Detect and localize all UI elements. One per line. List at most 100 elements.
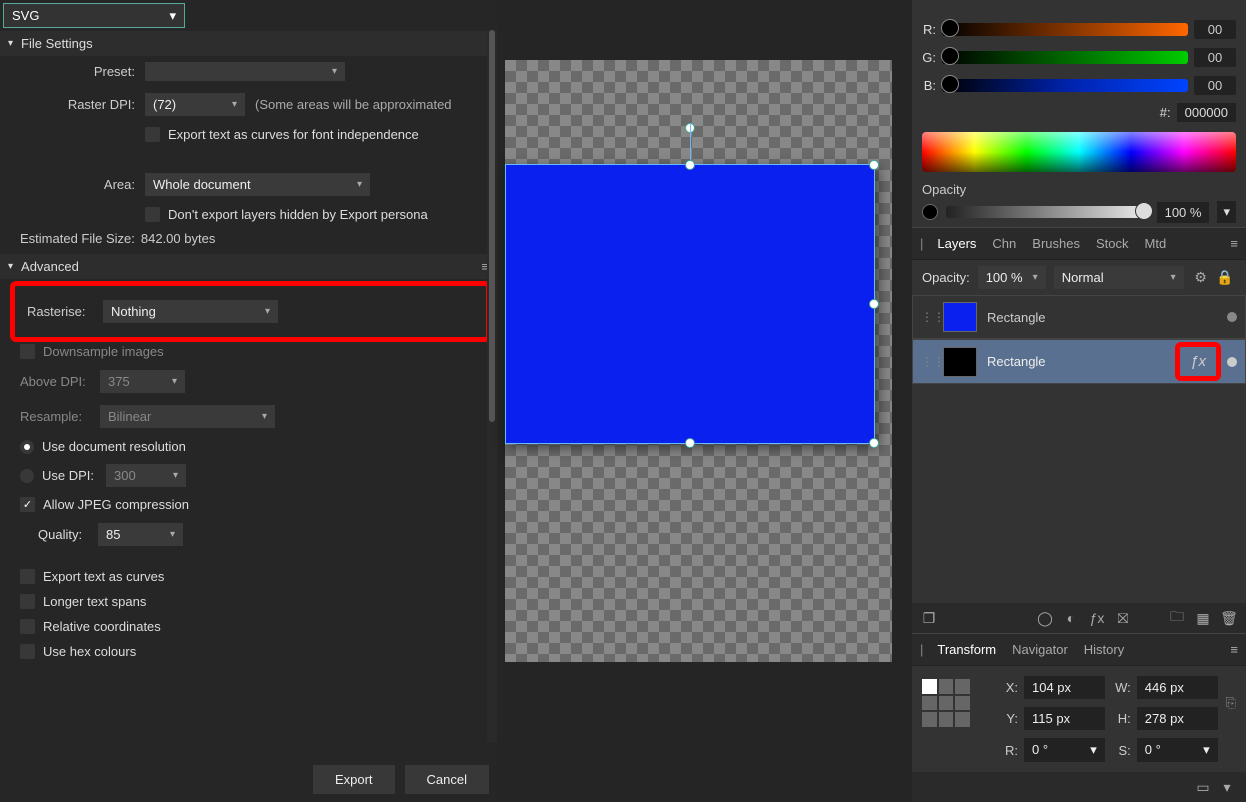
w-field[interactable]: W:446 px: [1113, 676, 1218, 699]
resample-select[interactable]: Bilinear ▾: [100, 405, 275, 428]
checkbox[interactable]: [145, 127, 160, 142]
crop-icon[interactable]: ⛝: [1114, 609, 1132, 627]
align-icon[interactable]: ▭: [1194, 778, 1212, 796]
scrollbar[interactable]: [487, 30, 497, 742]
transform-fields: X:104 px W:446 px ⎘ Y:115 px H:278 px R:…: [912, 666, 1246, 772]
doc-res-row[interactable]: Use document resolution: [0, 434, 497, 459]
tab-transform[interactable]: Transform: [935, 638, 998, 661]
layers-icon[interactable]: ❐: [920, 609, 938, 627]
checkbox[interactable]: [20, 594, 35, 609]
tab-channels[interactable]: Chn: [990, 232, 1018, 255]
selected-rectangle[interactable]: [505, 164, 875, 444]
scrollbar-thumb[interactable]: [489, 30, 495, 422]
format-value: SVG: [12, 8, 39, 23]
area-select[interactable]: Whole document ▾: [145, 173, 370, 196]
slider-thumb[interactable]: [1135, 202, 1153, 220]
tab-stock[interactable]: Stock: [1094, 232, 1131, 255]
hex-row[interactable]: Use hex colours: [0, 639, 497, 664]
color-spectrum[interactable]: [922, 132, 1236, 172]
drag-handle-icon[interactable]: ⋮⋮: [921, 356, 933, 368]
radio[interactable]: [20, 469, 34, 483]
h-field[interactable]: H:278 px: [1113, 707, 1218, 730]
export-button[interactable]: Export: [313, 765, 395, 794]
use-dpi-row[interactable]: Use DPI: 300 ▾: [0, 459, 497, 492]
g-slider[interactable]: [942, 51, 1188, 64]
curves2-row[interactable]: Export text as curves: [0, 564, 497, 589]
spans-row[interactable]: Longer text spans: [0, 589, 497, 614]
b-slider[interactable]: [942, 79, 1188, 92]
s-field[interactable]: S:0 °▾: [1113, 738, 1218, 762]
raster-dpi-select[interactable]: (72) ▾: [145, 93, 245, 116]
layer-item[interactable]: ⋮⋮ Rectangle: [912, 295, 1246, 339]
slider-thumb[interactable]: [941, 47, 959, 65]
tab-navigator[interactable]: Navigator: [1010, 638, 1070, 661]
format-select[interactable]: SVG ▾: [3, 3, 185, 28]
menu-icon[interactable]: ≡: [1230, 642, 1238, 657]
checkbox[interactable]: [20, 344, 35, 359]
x-field[interactable]: X:104 px: [1000, 676, 1105, 699]
anchor-widget[interactable]: [922, 679, 970, 727]
gear-icon[interactable]: ⚙: [1192, 269, 1210, 287]
slider-thumb[interactable]: [941, 19, 959, 37]
chevron-down-icon[interactable]: ▾: [1218, 778, 1236, 796]
slider-thumb[interactable]: [941, 75, 959, 93]
fx-badge-highlight[interactable]: ƒx: [1175, 342, 1221, 381]
bottom-bar: ▭ ▾: [912, 772, 1246, 802]
chevron-down-icon[interactable]: ▾: [1217, 201, 1236, 223]
handle-e[interactable]: [869, 299, 879, 309]
hidden-layers-label: Don't export layers hidden by Export per…: [168, 207, 428, 222]
g-value[interactable]: 00: [1194, 48, 1236, 67]
jpeg-row[interactable]: Allow JPEG compression: [0, 492, 497, 517]
visibility-dot[interactable]: [1227, 312, 1237, 322]
preset-select[interactable]: ▾: [145, 62, 345, 81]
hidden-layers-row[interactable]: Don't export layers hidden by Export per…: [0, 202, 497, 227]
tab-brushes[interactable]: Brushes: [1030, 232, 1082, 255]
b-value[interactable]: 00: [1194, 76, 1236, 95]
trash-icon[interactable]: 🗑: [1220, 609, 1238, 627]
advanced-header[interactable]: ▾ Advanced ≡: [0, 254, 497, 279]
hex-input[interactable]: 000000: [1177, 103, 1236, 122]
folder-icon[interactable]: 🗀: [1168, 609, 1186, 627]
layer-opacity-input[interactable]: 100 %▾: [978, 266, 1046, 289]
lock-icon[interactable]: 🔒: [1218, 269, 1232, 287]
radio[interactable]: [20, 440, 34, 454]
quality-input[interactable]: 85 ▾: [98, 523, 183, 546]
handle-s[interactable]: [685, 438, 695, 448]
r-value[interactable]: 00: [1194, 20, 1236, 39]
fx-icon[interactable]: ƒx: [1088, 609, 1106, 627]
adjustment-icon[interactable]: ◐: [1062, 609, 1080, 627]
cancel-button[interactable]: Cancel: [405, 765, 489, 794]
checkbox[interactable]: [20, 619, 35, 634]
blend-mode-select[interactable]: Normal▾: [1054, 266, 1184, 289]
rasterise-select[interactable]: Nothing ▾: [103, 300, 278, 323]
layer-item-selected[interactable]: ⋮⋮ Rectangle ƒx: [912, 339, 1246, 384]
checkbox[interactable]: [20, 497, 35, 512]
drag-handle-icon[interactable]: ⋮⋮: [921, 311, 933, 323]
opacity-slider[interactable]: [946, 206, 1149, 218]
handle-n[interactable]: [685, 160, 695, 170]
relcoord-row[interactable]: Relative coordinates: [0, 614, 497, 639]
tab-mtd[interactable]: Mtd: [1143, 232, 1169, 255]
above-dpi-input[interactable]: 375 ▾: [100, 370, 185, 393]
r-field[interactable]: R:0 °▾: [1000, 738, 1105, 762]
checkbox[interactable]: [145, 207, 160, 222]
grid-icon[interactable]: ▦: [1194, 609, 1212, 627]
menu-icon[interactable]: ≡: [1230, 236, 1238, 251]
use-dpi-input[interactable]: 300 ▾: [106, 464, 186, 487]
mask-icon[interactable]: ◯: [1036, 609, 1054, 627]
link-icon[interactable]: ⎘: [1226, 695, 1236, 711]
handle-se[interactable]: [869, 438, 879, 448]
r-slider[interactable]: [942, 23, 1188, 36]
handle-ne[interactable]: [869, 160, 879, 170]
checkbox[interactable]: [20, 569, 35, 584]
y-field[interactable]: Y:115 px: [1000, 707, 1105, 730]
opacity-value[interactable]: 100 %: [1157, 202, 1210, 223]
file-settings-header[interactable]: ▾ File Settings: [0, 31, 497, 56]
canvas-area[interactable]: [497, 0, 912, 802]
tab-history[interactable]: History: [1082, 638, 1126, 661]
downsample-row[interactable]: Downsample images: [0, 334, 497, 364]
tab-layers[interactable]: Layers: [935, 232, 978, 255]
visibility-dot[interactable]: [1227, 357, 1237, 367]
export-curves-row[interactable]: Export text as curves for font independe…: [0, 122, 497, 147]
checkbox[interactable]: [20, 644, 35, 659]
